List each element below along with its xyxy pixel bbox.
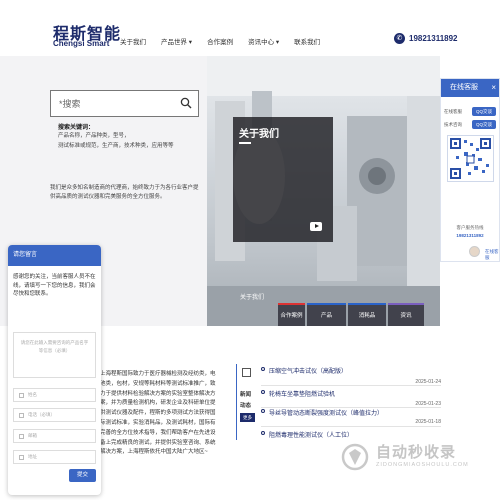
news-label-bottom: 动态 [240, 403, 252, 409]
name-field-placeholder: 姓名 [28, 392, 37, 397]
mail-icon [19, 433, 24, 439]
message-textarea[interactable]: 请您在此输入需要咨询的产品名字等信息（必填） [13, 332, 96, 378]
keywords-line: 产品名称，产品种类，型号， [58, 133, 130, 139]
bullet-icon [261, 431, 265, 435]
logo-subtitle: Chengsi Smart [53, 39, 110, 48]
phone-field-placeholder: 电话（必填） [28, 412, 55, 417]
news-title[interactable]: 轮椅车坐靠垫阻燃试验机 [269, 389, 335, 398]
qr-code-icon [450, 138, 491, 179]
about-title: 关于我们 [239, 129, 279, 140]
news-separator [261, 385, 441, 386]
hotline-number: 19821311892 [456, 233, 484, 238]
watermark-subtext: ZIDONGMIAOSHOULU.COM [376, 462, 469, 468]
tab-consumables[interactable]: 消耗品 [348, 303, 386, 326]
news-title[interactable]: 阻燃毒理性能测试仪（人工位） [269, 430, 353, 439]
online-service-link[interactable]: 在线客服 [485, 249, 499, 261]
keywords-line: 测试标准或规范，生产商，技术种类，应用等等 [58, 143, 174, 149]
close-icon[interactable]: × [491, 79, 496, 97]
sidebar-title: 在线客服 [450, 84, 478, 91]
qq-chat-button[interactable]: QQ交谈 [472, 120, 496, 129]
news-title[interactable]: 导丝导管动态断裂强度测试仪（峰值拉力） [269, 408, 383, 417]
customer-service-sidebar: 在线客服 × 在线客服 QQ交谈 技术咨询 QQ交谈 客户服务热线 198213… [440, 78, 500, 262]
company-description: 上海程斯国际致力于医疗器械检测及经纺类，电池类，包材，安规等耗材料等测试标准推广… [100, 371, 216, 456]
address-field-placeholder: 地址 [28, 454, 37, 459]
about-card[interactable]: 关于我们 [233, 117, 333, 242]
email-field[interactable]: 邮箱 [13, 429, 96, 443]
address-field[interactable]: 地址 [13, 450, 96, 464]
email-field-placeholder: 邮箱 [28, 433, 37, 438]
leave-message-widget: 请您留言 感谢您的关注，当前客服人员不在线，请填写一下您的信息，我们会尽快和您联… [8, 245, 101, 495]
qq-chat-button[interactable]: QQ交谈 [472, 107, 496, 116]
sidebar-row-label: 技术咨询 [444, 122, 462, 127]
sidebar-row-label: 在线客服 [444, 109, 462, 114]
main-nav: 关于我们 产品世界 ▾ 合作案例 资讯中心 ▾ 联系我们 [120, 36, 335, 46]
tab-cases[interactable]: 合作案例 [278, 303, 305, 326]
chat-message: 感谢您的关注，当前客服人员不在线，请填写一下您的信息，我们会尽快和您联系。 [13, 274, 96, 297]
phone-icon: ✆ [394, 33, 405, 44]
chat-title[interactable]: 请您留言 [8, 245, 101, 266]
search-box [50, 90, 199, 117]
hotline-label: 客户服务热线 [456, 225, 484, 230]
nav-contact[interactable]: 联系我们 [294, 36, 320, 46]
header-phone: ✆ 19821311892 [394, 33, 458, 44]
nav-about[interactable]: 关于我们 [120, 36, 146, 46]
bullet-icon [261, 390, 265, 394]
phone-icon [19, 412, 24, 418]
about-bottom-label: 关于我们 [240, 295, 265, 301]
tab-products[interactable]: 产品 [307, 303, 346, 326]
sidebar-header: 在线客服 × [441, 79, 499, 97]
qr-code [447, 135, 494, 182]
agent-avatar [469, 246, 480, 257]
news-more-button[interactable]: 更多 [240, 413, 255, 422]
news-icon [242, 368, 251, 377]
news-date: 2025-01-18 [415, 419, 441, 425]
tab-news[interactable]: 资讯 [388, 303, 424, 326]
news-divider [236, 364, 237, 440]
watermark: 自动秒收录 ZIDONGMIAOSHOULU.COM [340, 440, 468, 476]
play-icon[interactable] [310, 222, 322, 231]
phone-number: 19821311892 [409, 34, 458, 43]
keywords-title: 搜索关键词： [58, 125, 95, 131]
phone-field[interactable]: 电话（必填） [13, 408, 96, 422]
bullet-icon [261, 367, 265, 371]
location-icon [19, 454, 24, 460]
about-divider [239, 142, 251, 144]
search-icon[interactable] [180, 97, 192, 109]
user-icon [19, 392, 24, 398]
nav-news[interactable]: 资讯中心 ▾ [248, 36, 279, 46]
watermark-text: 自动秒收录 [376, 444, 457, 461]
news-label-top: 新闻 [240, 392, 252, 398]
news-separator [261, 426, 441, 427]
intro-text: 我们是众多知名制造商的代理商，始终致力于为各行业客户提供高品质的测试仪器和完美服… [50, 185, 199, 200]
submit-button[interactable]: 提交 [69, 469, 96, 482]
nav-products[interactable]: 产品世界 ▾ [161, 36, 192, 46]
search-input[interactable] [51, 91, 171, 116]
site-header: 程斯智能 Chengsi Smart 关于我们 产品世界 ▾ 合作案例 资讯中心… [0, 0, 500, 56]
bullet-icon [261, 409, 265, 413]
name-field[interactable]: 姓名 [13, 388, 96, 402]
nav-cases[interactable]: 合作案例 [207, 36, 233, 46]
news-title[interactable]: 压缩空气冲击试仪（高配版） [269, 366, 347, 375]
page: 程斯智能 Chengsi Smart 关于我们 产品世界 ▾ 合作案例 资讯中心… [0, 0, 500, 500]
watermark-logo-icon [341, 443, 369, 471]
